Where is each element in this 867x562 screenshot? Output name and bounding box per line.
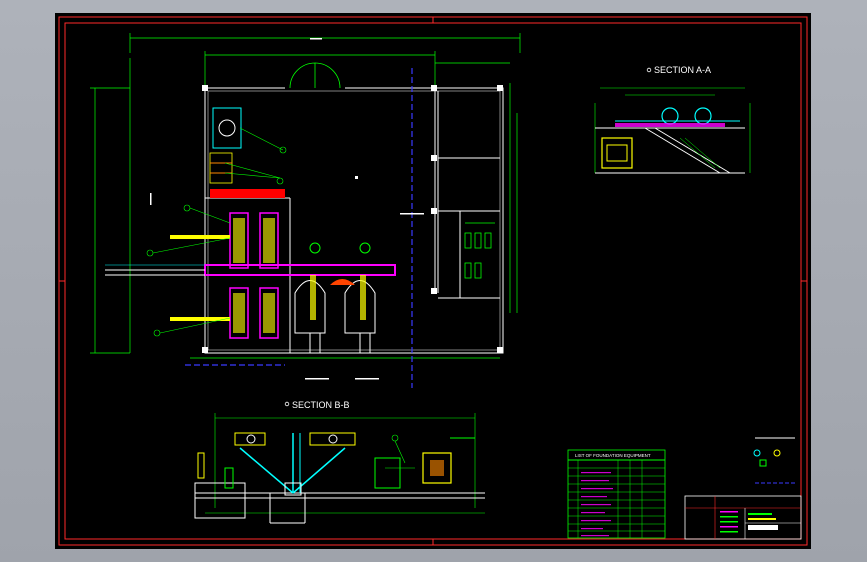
pump-units (105, 212, 396, 339)
door-swing (289, 62, 341, 89)
section-a-a: SECTION A-A (594, 65, 751, 174)
plan-dimensions (90, 33, 521, 359)
section-b-b: SECTION B-B (194, 400, 485, 524)
columns (202, 85, 503, 353)
tank-equipment (209, 107, 285, 198)
drawing-sheet[interactable]: SECTION A-A SECTION B-B LIST OF FOUNDATI… (55, 13, 811, 549)
cad-drawing: SECTION A-A SECTION B-B LIST OF FOUNDATI… (58, 16, 808, 546)
cad-viewport: SECTION A-A SECTION B-B LIST OF FOUNDATI… (0, 0, 867, 562)
plan-walls (204, 86, 504, 354)
section-b-equipment (197, 432, 475, 496)
title-block (684, 495, 802, 540)
section-a-pumps (615, 107, 740, 127)
section-b-title: SECTION B-B (292, 400, 350, 410)
legend (753, 437, 795, 484)
equipment-schedule: LIST OF FOUNDATION EQUIPMENT (567, 449, 666, 539)
schedule-title: LIST OF FOUNDATION EQUIPMENT (575, 453, 651, 458)
plan-view (90, 33, 521, 388)
room-fixtures (464, 222, 495, 279)
boiler-units (294, 242, 376, 354)
section-a-title: SECTION A-A (654, 65, 711, 75)
